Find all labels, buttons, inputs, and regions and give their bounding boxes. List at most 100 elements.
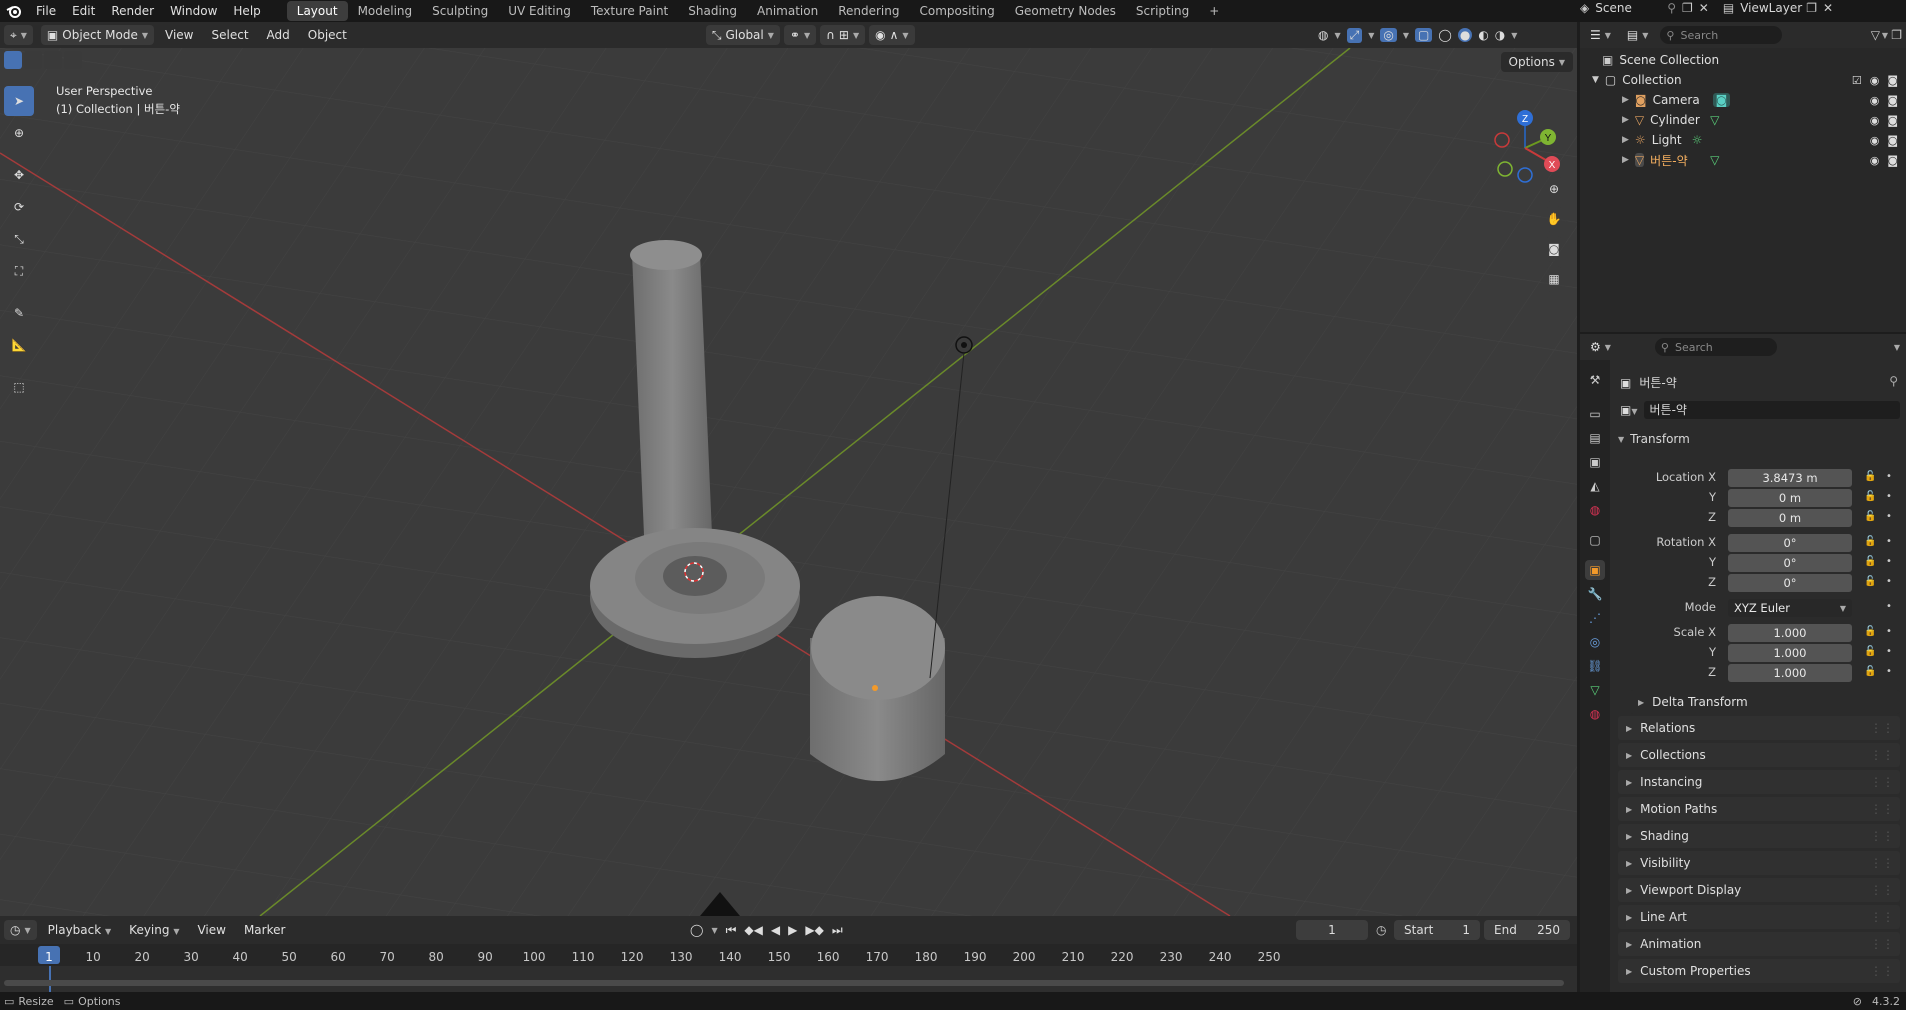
new-scene-icon[interactable]: ❐ — [1682, 1, 1693, 15]
drag-handle-icon[interactable]: ⋮⋮ — [1870, 748, 1894, 762]
outliner-item-cylinder[interactable]: ▶ ▽ Cylinder ▽ ◉ ◙ — [1580, 110, 1906, 130]
expand-icon[interactable]: ▶ — [1622, 135, 1629, 145]
outliner-item-light[interactable]: ▶ ☼ Light ☼ ◉ ◙ — [1580, 130, 1906, 150]
lock-icon[interactable]: 🔓 — [1864, 491, 1876, 502]
tab-scripting[interactable]: Scripting — [1126, 1, 1199, 21]
shading-rendered-icon[interactable]: ◑ — [1495, 28, 1505, 42]
tab-modeling[interactable]: Modeling — [348, 1, 423, 21]
rotation-y-field[interactable]: 0° — [1728, 554, 1852, 572]
menu-window[interactable]: Window — [162, 0, 225, 22]
eye-icon[interactable]: ◉ — [1870, 94, 1880, 107]
delta-transform-subpanel[interactable]: ▶ Delta Transform — [1630, 690, 1900, 714]
lock-icon[interactable]: 🔓 — [1864, 471, 1876, 482]
scene-icon[interactable]: ◈ — [1580, 1, 1589, 15]
end-frame-field[interactable]: End 250 — [1484, 920, 1570, 940]
camera-render-icon[interactable]: ◙ — [1887, 134, 1898, 147]
keyframe-dot-icon[interactable]: • — [1886, 626, 1892, 637]
keyframe-dot-icon[interactable]: • — [1886, 576, 1892, 587]
object-name-field[interactable]: 버튼-약 — [1643, 401, 1900, 419]
tab-tool[interactable]: ⚒ — [1585, 370, 1605, 390]
tab-material[interactable]: ◍ — [1585, 704, 1605, 724]
lock-icon[interactable]: 🔓 — [1864, 646, 1876, 657]
menu-file[interactable]: File — [28, 0, 64, 22]
current-frame-field[interactable]: 1 — [1296, 920, 1368, 940]
panel-custom-properties[interactable]: ▶ Custom Properties ⋮⋮ — [1618, 959, 1900, 983]
tab-output[interactable]: ▤ — [1585, 428, 1605, 448]
eye-icon[interactable]: ◉ — [1870, 134, 1880, 147]
keyframe-dot-icon[interactable]: • — [1886, 666, 1892, 677]
lock-icon[interactable]: 🔓 — [1864, 666, 1876, 677]
properties-search[interactable]: ⚲ Search — [1654, 338, 1777, 356]
view-layer-name[interactable]: ViewLayer — [1740, 1, 1802, 15]
drag-handle-icon[interactable]: ⋮⋮ — [1870, 829, 1894, 843]
next-keyframe-icon[interactable]: ▶◆ — [805, 923, 823, 937]
transform-panel-header[interactable]: ▼ Transform — [1618, 432, 1690, 446]
scale-x-field[interactable]: 1.000 — [1728, 624, 1852, 642]
delete-scene-icon[interactable]: ✕ — [1699, 1, 1709, 15]
tab-geometry-nodes[interactable]: Geometry Nodes — [1005, 1, 1126, 21]
tab-constraints[interactable]: ⛓ — [1585, 656, 1605, 676]
view-layer-icon[interactable]: ▤ — [1723, 1, 1734, 15]
play-icon[interactable]: ▶ — [788, 923, 797, 937]
select-invert-icon[interactable] — [64, 51, 82, 69]
notification-icon[interactable]: ⊘ — [1853, 995, 1862, 1008]
keyframe-dot-icon[interactable]: • — [1886, 556, 1892, 567]
location-x-field[interactable]: 3.8473 m — [1728, 469, 1852, 487]
outliner-item-button[interactable]: ▶ ▽ 버튼-약 ▽ ◉ ◙ — [1580, 150, 1906, 170]
keyframe-dot-icon[interactable]: • — [1886, 601, 1892, 612]
properties-options-icon[interactable]: ▼ — [1894, 343, 1900, 352]
shading-wireframe-icon[interactable]: ◯ — [1438, 28, 1451, 42]
editor-type-dropdown[interactable]: ⌖ ▼ — [4, 25, 33, 45]
lock-icon[interactable]: 🔓 — [1864, 576, 1876, 587]
expand-icon[interactable]: ▶ — [1622, 155, 1629, 165]
drag-handle-icon[interactable]: ⋮⋮ — [1870, 775, 1894, 789]
tab-object[interactable]: ▣ — [1585, 560, 1605, 580]
button-object[interactable] — [590, 528, 800, 658]
keyframe-dot-icon[interactable]: • — [1886, 511, 1892, 522]
expand-icon[interactable]: ▶ — [1622, 95, 1629, 105]
outliner-scene-collection[interactable]: ▣ Scene Collection — [1580, 50, 1906, 70]
tab-world[interactable]: ◍ — [1585, 500, 1605, 520]
tab-uv-editing[interactable]: UV Editing — [498, 1, 581, 21]
shading-solid-icon[interactable]: ● — [1457, 28, 1473, 42]
viewport-menu-add[interactable]: Add — [258, 28, 299, 42]
select-box-tool[interactable]: ➤ — [4, 86, 34, 116]
panel-instancing[interactable]: ▶ Instancing ⋮⋮ — [1618, 770, 1900, 794]
scale-z-field[interactable]: 1.000 — [1728, 664, 1852, 682]
keyframe-dot-icon[interactable]: • — [1886, 536, 1892, 547]
tab-sculpting[interactable]: Sculpting — [422, 1, 498, 21]
timeline-menu-keying[interactable]: Keying ▼ — [120, 923, 188, 937]
panel-relations[interactable]: ▶ Relations ⋮⋮ — [1618, 716, 1900, 740]
blender-logo-icon[interactable] — [0, 0, 28, 22]
camera-view-button[interactable]: ◙ — [1541, 236, 1567, 262]
add-cube-tool[interactable]: ⬚ — [4, 372, 34, 402]
pivot-dropdown[interactable]: ⚭ ▼ — [783, 25, 817, 45]
camera-render-icon[interactable]: ◙ — [1887, 154, 1898, 167]
new-view-layer-icon[interactable]: ❐ — [1806, 1, 1817, 15]
new-collection-icon[interactable]: ❐ — [1891, 28, 1902, 42]
select-extend-icon[interactable] — [24, 51, 42, 69]
prev-keyframe-icon[interactable]: ◆◀ — [744, 923, 762, 937]
panel-motion-paths[interactable]: ▶ Motion Paths ⋮⋮ — [1618, 797, 1900, 821]
outliner-item-camera[interactable]: ▶ ◙ Camera ◙ ◉ ◙ — [1580, 90, 1906, 110]
filter-icon[interactable]: ▽ — [1871, 28, 1880, 42]
rotation-mode-dropdown[interactable]: XYZ Euler ▼ — [1728, 599, 1852, 617]
rotate-tool[interactable]: ⟳ — [4, 192, 34, 222]
camera-render-icon[interactable]: ◙ — [1887, 74, 1898, 87]
zoom-view-button[interactable]: ⊕ — [1541, 176, 1567, 202]
3d-viewport[interactable]: Z Y X ➤ ⊕ ✥ ⟳ ⤡ ⛶ ✎ 📐 ⬚ User Perspective… — [0, 48, 1577, 916]
tab-rendering[interactable]: Rendering — [828, 1, 909, 21]
start-frame-field[interactable]: Start 1 — [1394, 920, 1480, 940]
jump-end-icon[interactable]: ⏭ — [832, 923, 843, 938]
eye-icon[interactable]: ◉ — [1870, 74, 1880, 87]
rotation-z-field[interactable]: 0° — [1728, 574, 1852, 592]
record-icon[interactable]: ◯ — [690, 923, 703, 937]
properties-editor-type[interactable]: ⚙ ▼ — [1584, 337, 1617, 357]
tab-collection[interactable]: ▢ — [1585, 530, 1605, 550]
tab-animation[interactable]: Animation — [747, 1, 828, 21]
drag-handle-icon[interactable]: ⋮⋮ — [1870, 910, 1894, 924]
camera-render-icon[interactable]: ◙ — [1887, 114, 1898, 127]
outliner-collection[interactable]: ▼ ▢ Collection ☑ ◉ ◙ — [1580, 70, 1906, 90]
orientation-dropdown[interactable]: ⤡ Global ▼ — [705, 25, 780, 45]
frame-ruler[interactable]: 1 10 20 30 40 50 60 70 80 90 100 110 120 130 140 150 160… — [0, 944, 1577, 966]
